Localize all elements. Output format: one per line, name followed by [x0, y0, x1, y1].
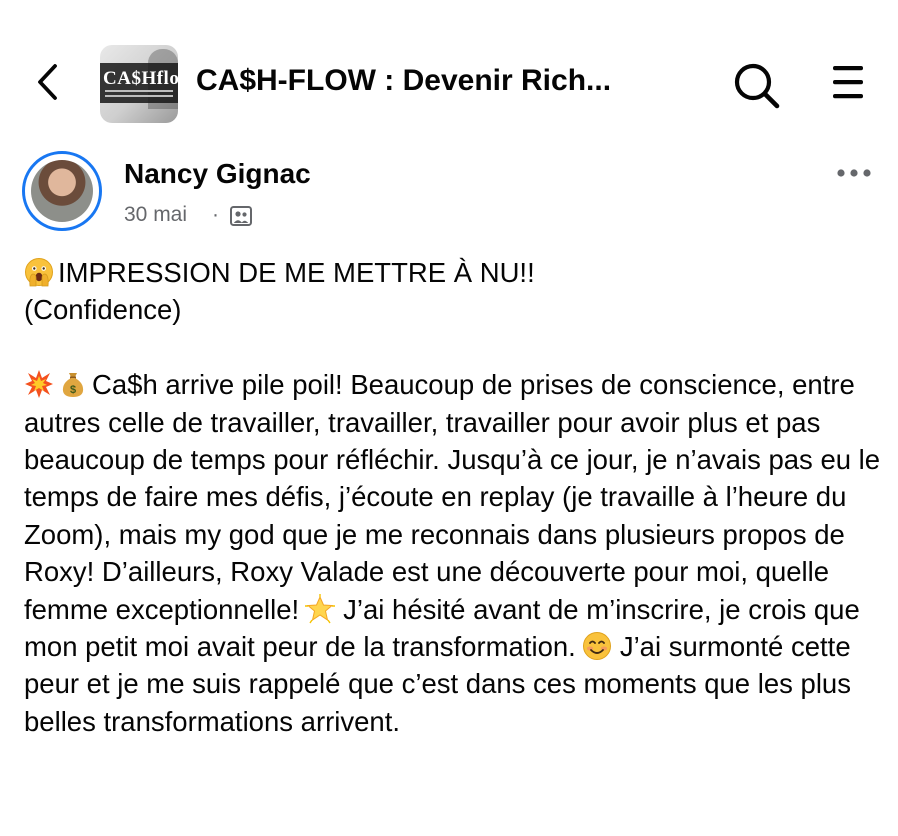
post-date[interactable]: 30 mai [124, 203, 187, 227]
search-button[interactable] [731, 61, 783, 111]
author-avatar[interactable] [22, 151, 102, 231]
post-subtitle: (Confidence) [24, 294, 182, 326]
post-body-part1: Ca$h arrive pile poil! Beaucoup de prise… [24, 369, 881, 625]
avatar [31, 160, 93, 222]
money-bag-icon: $ [62, 373, 84, 398]
thumbnail-logo: CA$Hflow [103, 68, 178, 89]
chevron-left-icon [38, 64, 57, 100]
group-members-icon [230, 206, 252, 226]
group-title[interactable]: CA$H-FLOW : Devenir Rich... [196, 64, 611, 98]
app-header: CA$Hflow CA$H-FLOW : Devenir Rich... [0, 0, 898, 140]
menu-button[interactable] [830, 64, 868, 102]
audience-indicator [229, 204, 253, 228]
face-with-open-eyes-and-hand-over-mouth-icon [25, 258, 53, 287]
post-title-text: IMPRESSION DE ME METTRE À NU!! [58, 257, 535, 288]
group-thumbnail[interactable]: CA$Hflow [100, 45, 178, 123]
svg-text:$: $ [70, 384, 76, 396]
post-title-line: IMPRESSION DE ME METTRE À NU!! [24, 254, 884, 291]
search-icon [734, 63, 780, 109]
post-body: IMPRESSION DE ME METTRE À NU!! (Confiden… [24, 254, 884, 740]
smiling-face-icon [582, 632, 611, 661]
post-options-button[interactable] [835, 166, 873, 180]
glowing-star-icon [305, 593, 336, 624]
post-paragraph: $ Ca$h arrive pile poil! Beaucoup de pri… [24, 366, 884, 740]
meta-separator: · [212, 203, 219, 226]
back-button[interactable] [30, 62, 70, 102]
more-horizontal-icon [837, 169, 871, 177]
author-name[interactable]: Nancy Gignac [124, 158, 311, 190]
hamburger-menu-icon [833, 66, 863, 99]
collision-icon [25, 370, 53, 399]
